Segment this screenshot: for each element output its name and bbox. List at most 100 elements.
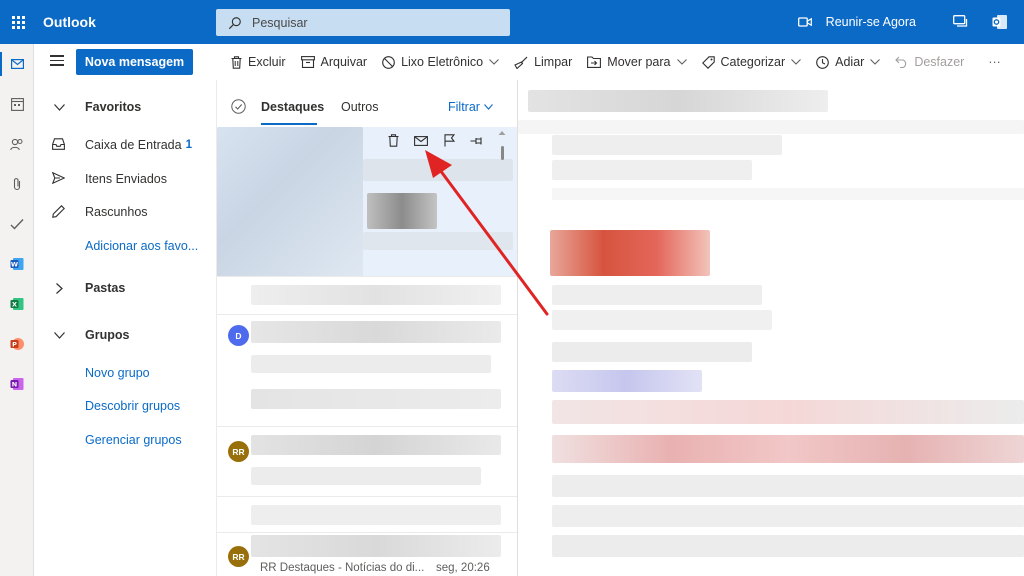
search-icon xyxy=(228,16,241,29)
scroll-up-arrow[interactable] xyxy=(498,130,506,136)
meet-now-button[interactable]: Reunir-se Agora xyxy=(797,15,916,29)
junk-button[interactable]: Lixo Eletrônico xyxy=(382,55,499,69)
folder-sent[interactable]: Itens Enviados xyxy=(34,166,216,192)
snooze-label: Adiar xyxy=(835,55,865,69)
teams-chat-button[interactable] xyxy=(940,0,980,44)
office-button[interactable] xyxy=(980,0,1020,44)
calendar-icon xyxy=(10,97,24,111)
outlook-logo-icon xyxy=(992,15,1007,29)
filter-button[interactable]: Filtrar xyxy=(448,100,493,114)
message-item-selected[interactable] xyxy=(217,127,517,277)
chevron-down-icon xyxy=(870,59,881,65)
broom-icon xyxy=(514,56,528,69)
junk-label: Lixo Eletrônico xyxy=(401,55,484,69)
tab-other[interactable]: Outros xyxy=(341,100,379,114)
archive-button[interactable]: Arquivar xyxy=(300,55,368,69)
message-time: seg, 20:26 xyxy=(436,562,490,574)
new-group-link[interactable]: Novo grupo xyxy=(34,360,216,386)
rail-files[interactable] xyxy=(0,164,34,204)
avatar: RR xyxy=(228,441,249,462)
onenote-icon: N xyxy=(10,378,24,390)
people-icon xyxy=(10,138,23,150)
video-camera-icon xyxy=(797,17,812,27)
svg-text:P: P xyxy=(12,341,17,349)
discover-groups-link[interactable]: Descobrir grupos xyxy=(34,393,216,419)
archive-icon xyxy=(300,56,315,68)
more-icon: ··· xyxy=(988,55,1001,69)
message-item[interactable] xyxy=(217,497,517,533)
active-tab-indicator xyxy=(261,123,317,125)
search-box[interactable]: Pesquisar xyxy=(216,9,510,36)
manage-groups-label: Gerenciar grupos xyxy=(85,433,182,447)
rail-powerpoint[interactable]: P xyxy=(0,324,34,364)
folder-move-icon xyxy=(587,56,602,68)
manage-groups-link[interactable]: Gerenciar grupos xyxy=(34,427,216,453)
svg-text:N: N xyxy=(12,381,17,389)
chevron-down-icon xyxy=(489,59,499,65)
new-message-button[interactable]: Nova mensagem xyxy=(76,49,193,75)
excel-icon: X xyxy=(10,298,24,310)
sent-label: Itens Enviados xyxy=(85,172,167,186)
sweep-button[interactable]: Limpar xyxy=(514,55,572,69)
app-title[interactable]: Outlook xyxy=(43,14,213,30)
rail-excel[interactable]: X xyxy=(0,284,34,324)
pin-icon xyxy=(470,137,482,144)
groups-label: Grupos xyxy=(85,328,130,342)
envelope-icon xyxy=(414,135,428,146)
categorize-button[interactable]: Categorizar xyxy=(701,55,802,69)
chevron-right-icon xyxy=(56,283,63,294)
trash-icon xyxy=(231,55,242,69)
sweep-label: Limpar xyxy=(534,55,573,69)
pin-message-button[interactable] xyxy=(463,136,491,146)
tab-focused[interactable]: Destaques xyxy=(261,100,324,114)
move-to-button[interactable]: Mover para xyxy=(587,55,687,69)
command-bar: Excluir Arquivar Lixo Eletrônico Limpar … xyxy=(216,44,1024,80)
rail-calendar[interactable] xyxy=(0,84,34,124)
mark-as-unread-button[interactable] xyxy=(407,135,435,146)
message-item[interactable] xyxy=(217,277,517,315)
clock-icon xyxy=(816,55,829,69)
select-all-checkbox[interactable] xyxy=(231,99,246,114)
avatar: D xyxy=(228,325,249,346)
undo-button[interactable]: Desfazer xyxy=(895,55,964,69)
message-item[interactable]: RR xyxy=(217,427,517,497)
flag-message-button[interactable] xyxy=(435,134,463,147)
message-list-pivots: Destaques Outros Filtrar xyxy=(217,80,517,127)
svg-text:X: X xyxy=(12,301,17,309)
inbox-label: Caixa de Entrada xyxy=(85,138,182,152)
search-placeholder: Pesquisar xyxy=(252,15,308,30)
move-to-label: Mover para xyxy=(607,55,671,69)
message-item[interactable]: D xyxy=(217,315,517,427)
folders-header[interactable]: Pastas xyxy=(34,275,216,301)
archive-label: Arquivar xyxy=(320,55,368,69)
groups-header[interactable]: Grupos xyxy=(34,322,216,348)
paperclip-icon xyxy=(13,178,21,191)
delete-message-button[interactable] xyxy=(379,134,407,147)
avatar: RR xyxy=(228,546,249,567)
header-actions: Reunir-se Agora xyxy=(797,0,1024,44)
add-favorite-label: Adicionar aos favo... xyxy=(85,239,199,253)
rail-word[interactable]: W xyxy=(0,244,34,284)
rail-mail[interactable] xyxy=(0,44,34,84)
folder-drafts[interactable]: Rascunhos xyxy=(34,199,216,225)
app-launcher-button[interactable] xyxy=(0,0,36,44)
drafts-label: Rascunhos xyxy=(85,205,148,219)
chevron-down-icon xyxy=(791,59,802,65)
more-options-button[interactable]: ··· xyxy=(988,55,1001,69)
snooze-button[interactable]: Adiar xyxy=(816,55,881,69)
scrollbar-thumb[interactable] xyxy=(501,146,504,160)
block-icon xyxy=(382,55,395,69)
powerpoint-icon: P xyxy=(10,338,24,350)
favorites-label: Favoritos xyxy=(85,100,142,114)
rail-onenote[interactable]: N xyxy=(0,364,34,404)
favorites-header[interactable]: Favoritos xyxy=(34,94,216,120)
hamburger-menu-button[interactable] xyxy=(50,55,64,69)
rail-todo[interactable] xyxy=(0,204,34,244)
add-favorite-link[interactable]: Adicionar aos favo... xyxy=(34,233,216,259)
folder-inbox[interactable]: Caixa de Entrada 1 xyxy=(34,132,216,158)
rail-people[interactable] xyxy=(0,124,34,164)
word-icon: W xyxy=(10,258,24,270)
delete-button[interactable]: Excluir xyxy=(231,55,286,69)
inbox-icon xyxy=(52,138,65,150)
mail-icon xyxy=(10,59,24,69)
